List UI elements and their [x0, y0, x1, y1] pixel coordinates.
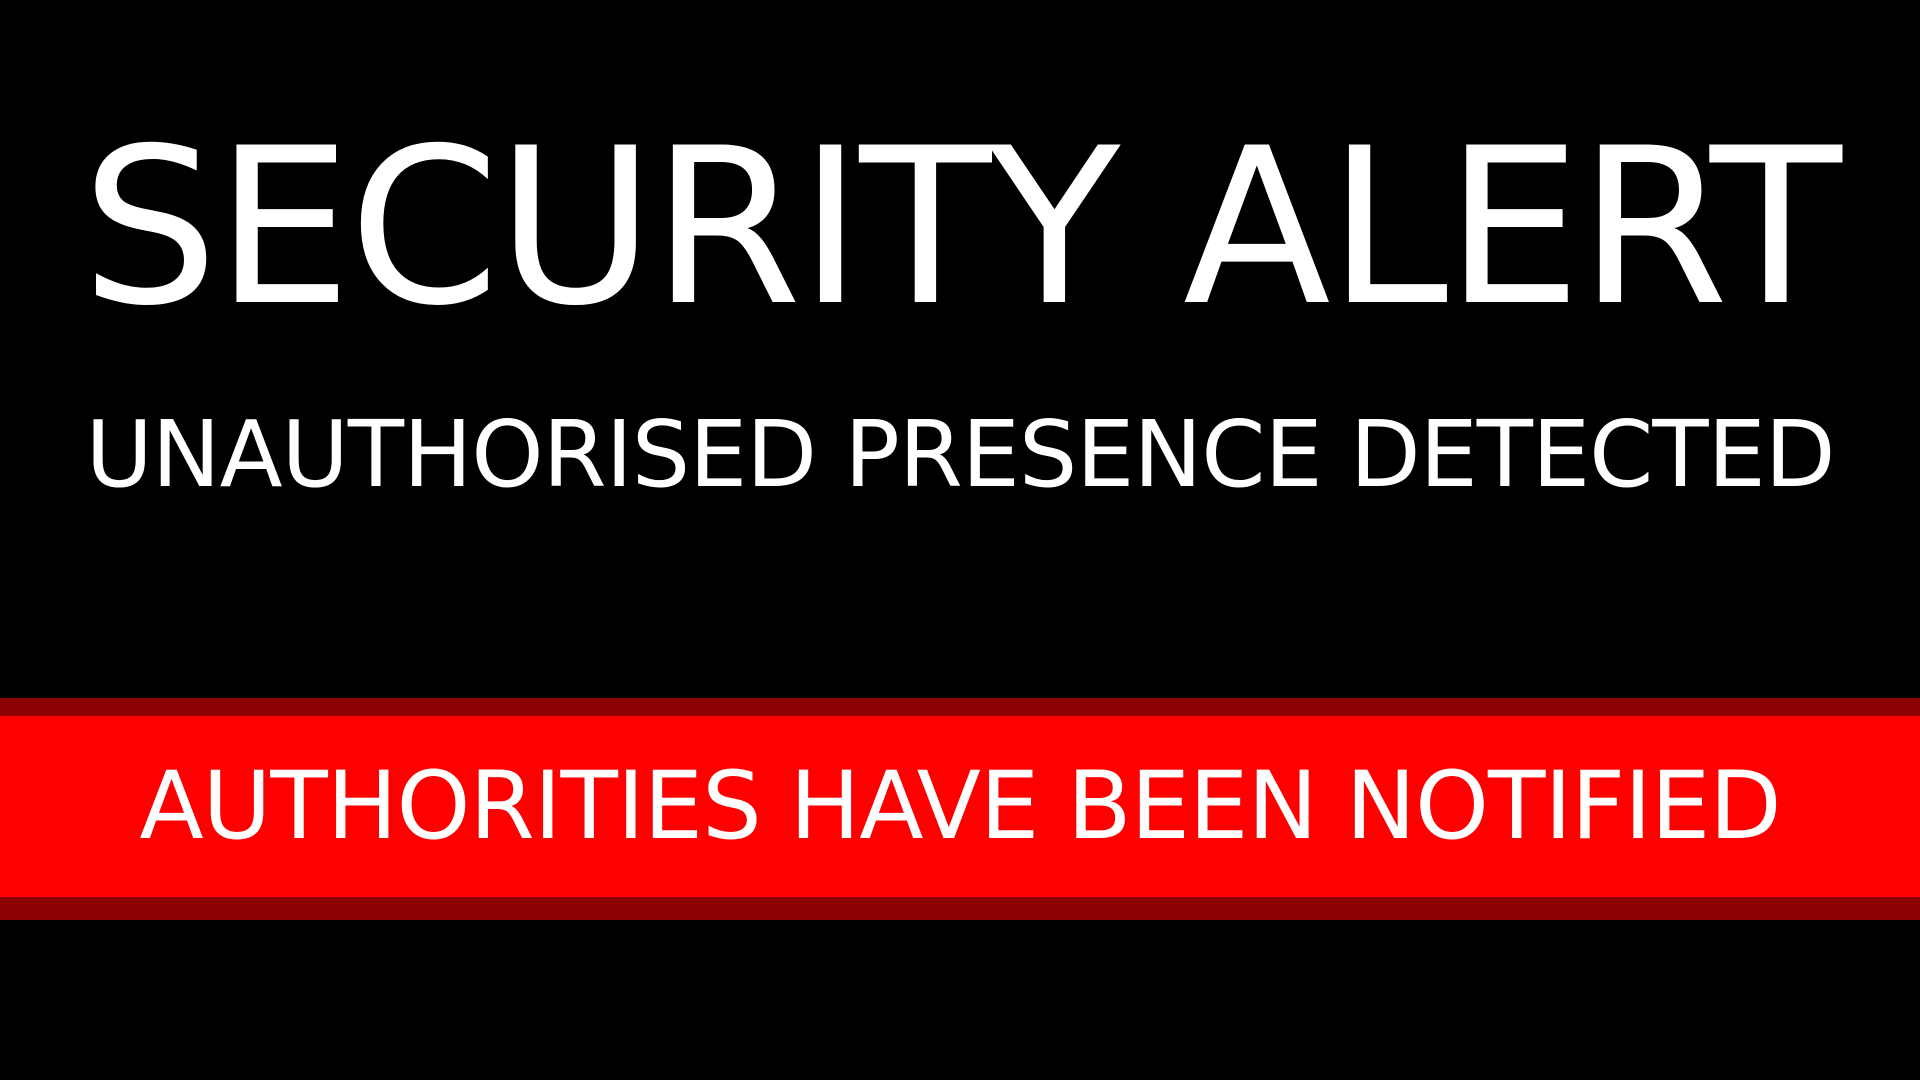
notification-banner: AUTHORITIES HAVE BEEN NOTIFIED: [0, 698, 1920, 920]
notification-banner-text: AUTHORITIES HAVE BEEN NOTIFIED: [139, 752, 1781, 861]
alert-title: SECURITY ALERT: [81, 102, 1842, 353]
notification-banner-fill: AUTHORITIES HAVE BEEN NOTIFIED: [0, 716, 1920, 897]
alert-subtitle: UNAUTHORISED PRESENCE DETECTED: [85, 401, 1835, 508]
security-alert-screen: SECURITY ALERT UNAUTHORISED PRESENCE DET…: [0, 0, 1920, 1080]
